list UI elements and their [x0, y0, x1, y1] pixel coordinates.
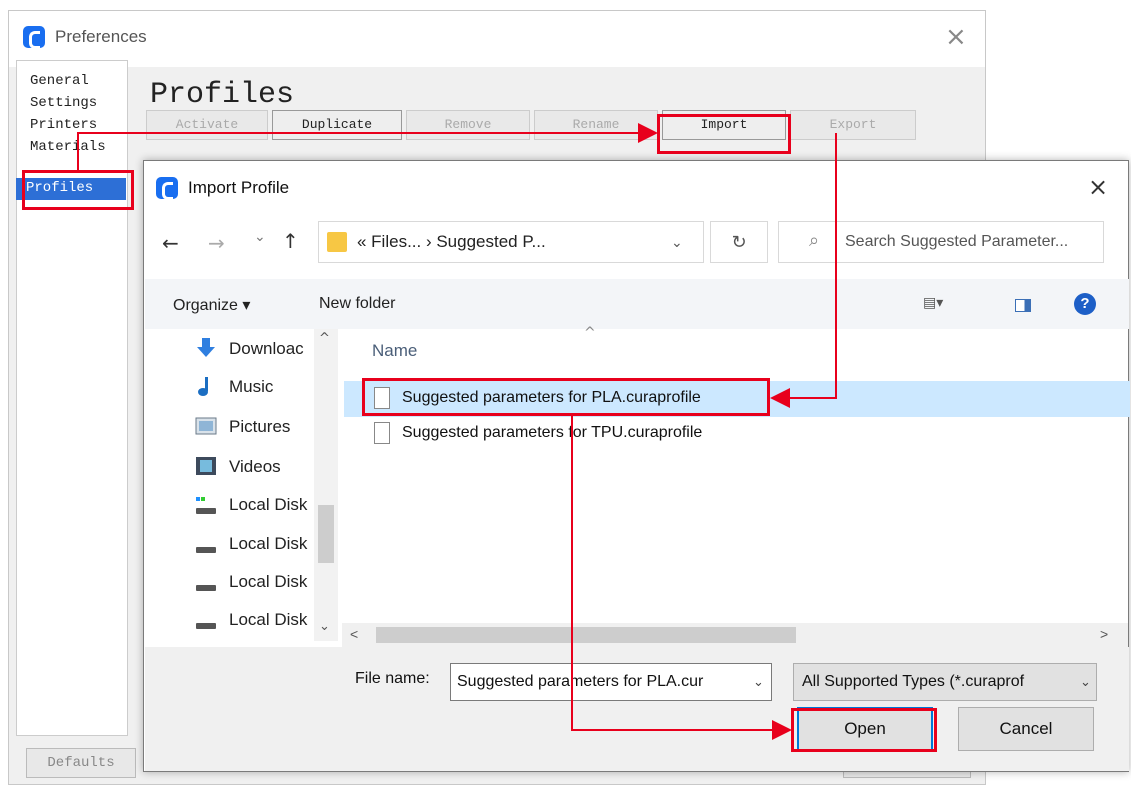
annotation-arrows [77, 123, 837, 740]
